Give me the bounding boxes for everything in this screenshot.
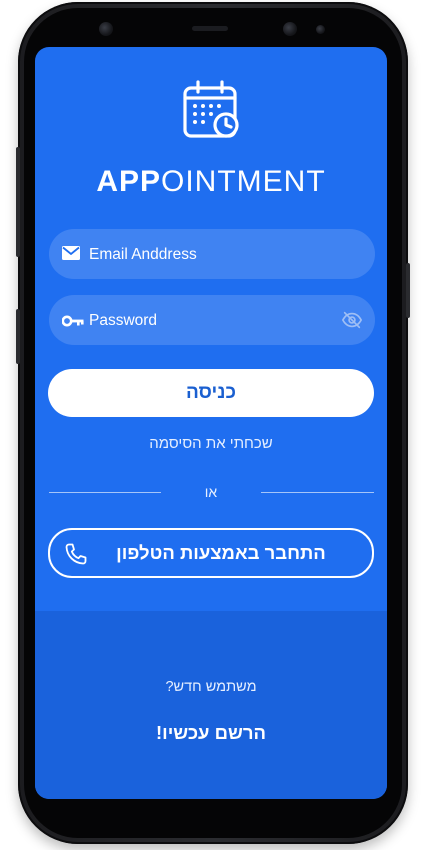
phone-login-label: התחבר באמצעות הטלפון (116, 542, 326, 563)
envelope-icon (62, 246, 80, 260)
register-link[interactable]: הרשם עכשיו! (35, 722, 387, 744)
password-input[interactable] (87, 295, 331, 347)
power-button (406, 263, 410, 318)
calendar-clock-icon (183, 80, 239, 138)
email-field[interactable] (49, 229, 375, 281)
password-field[interactable] (49, 295, 375, 347)
sensor (283, 22, 297, 36)
email-input[interactable] (87, 229, 331, 281)
phone-icon (65, 543, 87, 565)
signup-panel (35, 611, 387, 799)
front-camera (99, 22, 113, 36)
bixby-button (16, 309, 20, 364)
app-title: APPOINTMENT (96, 165, 326, 198)
volume-button (16, 147, 20, 257)
phone-login-button[interactable]: התחבר באמצעות הטלפון (48, 528, 374, 578)
proximity-sensor (316, 25, 325, 34)
eye-off-icon[interactable] (341, 309, 363, 331)
divider-right (261, 492, 374, 493)
earpiece-speaker (192, 26, 228, 31)
login-button[interactable]: כניסה (48, 369, 374, 417)
app-screen: APPOINTMENT כניסה שכחתי את הסיסמה או התח… (35, 47, 387, 799)
forgot-password-link[interactable]: שכחתי את הסיסמה (35, 435, 387, 452)
key-icon (62, 315, 84, 327)
new-user-text: משתמש חדש? (165, 679, 257, 695)
